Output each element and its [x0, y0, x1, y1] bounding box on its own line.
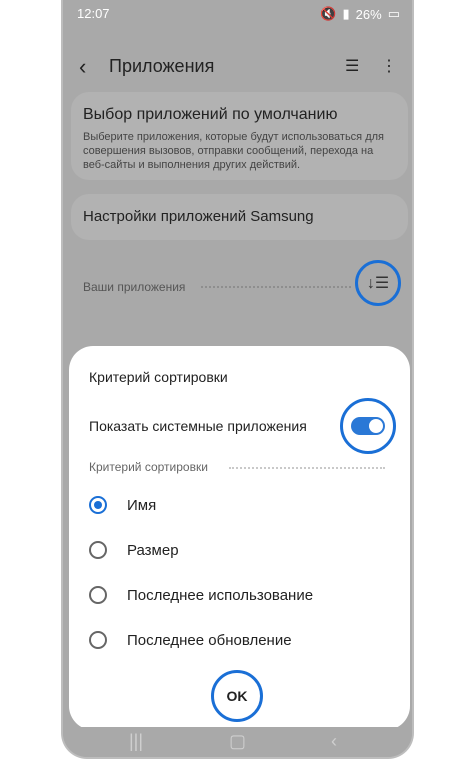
- radio-icon[interactable]: [89, 586, 107, 604]
- status-time: 12:07: [77, 6, 110, 21]
- status-bar: 12:07 🔇 ▮ 26% ▭: [63, 0, 412, 28]
- battery-label: 26%: [355, 6, 382, 22]
- show-system-apps-highlight: [340, 398, 396, 454]
- filter-search-icon[interactable]: ☰: [345, 56, 359, 76]
- show-system-apps-label: Показать системные приложения: [89, 418, 307, 434]
- sort-option-name[interactable]: Имя: [89, 496, 156, 514]
- ok-button[interactable]: OK: [211, 670, 263, 722]
- section-divider: [229, 467, 385, 469]
- samsung-settings-card[interactable]: Настройки приложений Samsung: [71, 194, 408, 240]
- battery-icon: ▭: [387, 6, 400, 21]
- default-apps-description: Выберите приложения, которые будут испол…: [83, 131, 384, 171]
- samsung-settings-title: Настройки приложений Samsung: [83, 208, 314, 225]
- sort-option-label: Последнее обновление: [127, 631, 292, 649]
- mute-icon: 🔇: [320, 6, 337, 21]
- sort-option-size[interactable]: Размер: [89, 541, 179, 559]
- navigation-bar: ||| ▢ ‹: [63, 727, 412, 757]
- section-label: Критерий сортировки: [89, 460, 208, 474]
- page-title: Приложения: [109, 56, 215, 76]
- more-options-icon[interactable]: ⋮: [381, 56, 397, 76]
- sort-button[interactable]: ↓☰: [355, 260, 401, 306]
- sort-option-label: Имя: [127, 496, 157, 514]
- sort-option-last-updated[interactable]: Последнее обновление: [89, 631, 292, 649]
- phone-frame: 12:07 🔇 ▮ 26% ▭ ‹ Приложения ☰ ⋮ Выбор п…: [61, 0, 414, 759]
- app-screen: ‹ Приложения ☰ ⋮ Выбор приложений по умо…: [63, 28, 412, 730]
- show-system-apps-toggle[interactable]: [351, 417, 385, 435]
- divider: [201, 286, 351, 288]
- default-apps-card[interactable]: Выбор приложений по умолчанию Выберите п…: [71, 92, 408, 180]
- signal-icon: ▮: [342, 6, 350, 21]
- sort-dialog: Критерий сортировки Показать системные п…: [69, 346, 410, 730]
- app-bar: ‹ Приложения ☰ ⋮: [63, 48, 412, 88]
- home-icon[interactable]: ▢: [229, 731, 246, 752]
- sort-option-last-used[interactable]: Последнее использование: [89, 586, 313, 604]
- radio-icon[interactable]: [89, 541, 107, 559]
- radio-icon[interactable]: [89, 631, 107, 649]
- default-apps-title: Выбор приложений по умолчанию: [83, 106, 338, 123]
- back-icon[interactable]: ‹: [331, 731, 337, 752]
- toggle-knob: [369, 419, 383, 433]
- dialog-title: Критерий сортировки: [89, 369, 228, 385]
- sort-option-label: Последнее использование: [127, 586, 314, 604]
- sort-icon: ↓☰: [366, 275, 390, 292]
- back-arrow-icon[interactable]: ‹: [79, 54, 86, 80]
- your-apps-label: Ваши приложения: [83, 280, 186, 294]
- radio-selected-icon[interactable]: [89, 496, 107, 514]
- sort-option-label: Размер: [127, 541, 179, 559]
- recent-apps-icon[interactable]: |||: [129, 731, 143, 752]
